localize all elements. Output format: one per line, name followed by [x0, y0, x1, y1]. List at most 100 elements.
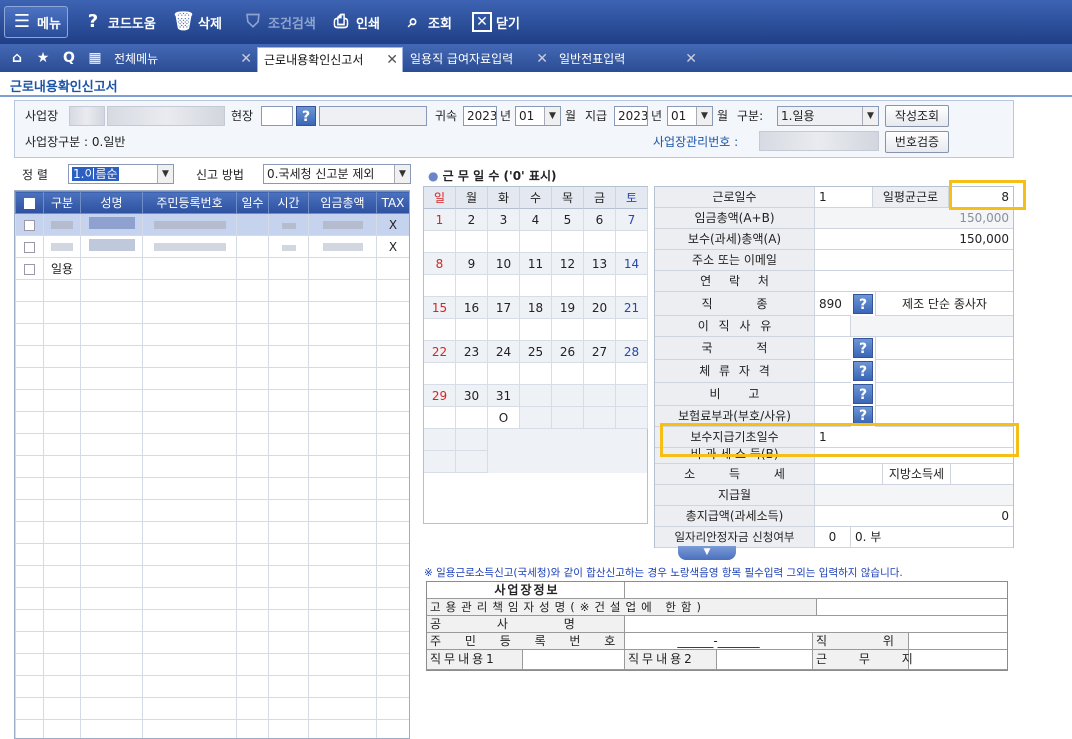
row-checkbox[interactable]: [15, 257, 44, 280]
star-icon[interactable]: ★: [32, 47, 54, 69]
calendar-day-input[interactable]: [456, 275, 488, 297]
chevron-down-icon[interactable]: ▼: [544, 107, 560, 125]
calendar-day-input[interactable]: [616, 231, 648, 253]
quick-search-icon[interactable]: Q: [58, 47, 80, 69]
rrn-input[interactable]: ______-_______: [625, 633, 813, 650]
tab-close-icon[interactable]: ✕: [386, 48, 398, 73]
workplace-input[interactable]: [909, 650, 1007, 670]
local-tax-input[interactable]: [951, 464, 1013, 485]
calendar-day-input[interactable]: [456, 407, 488, 429]
calendar-day-input[interactable]: [552, 275, 584, 297]
tab-close-icon[interactable]: ✕: [240, 47, 252, 72]
calendar-day-input[interactable]: [424, 407, 456, 429]
column-header[interactable]: 임금총액: [308, 191, 377, 214]
duty1-input[interactable]: [523, 650, 625, 670]
calendar-day-input[interactable]: [488, 319, 520, 341]
workplace-code-input[interactable]: [69, 106, 105, 126]
income-tax-input[interactable]: [815, 464, 883, 485]
job-code-input[interactable]: 890: [815, 292, 851, 316]
workplace-name-input[interactable]: [107, 106, 225, 126]
tab-all-menu[interactable]: 전체메뉴 ✕: [108, 47, 256, 72]
nationality-help-button[interactable]: ?: [853, 338, 873, 358]
site-name-input[interactable]: [319, 106, 427, 126]
column-header[interactable]: 주민등록번호: [142, 191, 237, 214]
job-fund-code-input[interactable]: 0: [815, 527, 851, 548]
tab-close-icon[interactable]: ✕: [685, 47, 697, 72]
tab-daily-pay[interactable]: 일용직 급여자료입력 ✕: [404, 47, 552, 72]
column-header[interactable]: TAX: [376, 191, 409, 214]
note-input[interactable]: [815, 383, 851, 406]
calendar-day-input[interactable]: [616, 363, 648, 385]
contact-input[interactable]: [815, 271, 1013, 292]
calendar-day-input[interactable]: [520, 275, 552, 297]
calendar-day-input[interactable]: [520, 231, 552, 253]
sort-select[interactable]: 1.이름순 ▼: [68, 164, 174, 184]
chevron-down-icon[interactable]: ▼: [394, 165, 410, 183]
calendar-day-input[interactable]: [584, 275, 616, 297]
calendar-day-input[interactable]: [488, 275, 520, 297]
calendar-day-input[interactable]: [584, 363, 616, 385]
calendar-day-input[interactable]: [424, 231, 456, 253]
chevron-down-icon[interactable]: ▼: [157, 165, 173, 183]
table-row[interactable]: 일용: [15, 257, 409, 280]
delete-button[interactable]: 🗑 삭제: [172, 8, 222, 36]
nationality-input[interactable]: [815, 337, 851, 360]
calendar-day-input[interactable]: [616, 275, 648, 297]
calendar-day-input[interactable]: [456, 231, 488, 253]
stay-status-help-button[interactable]: ?: [853, 361, 873, 381]
column-header[interactable]: 일수: [236, 191, 269, 214]
calendar-day-input[interactable]: [424, 275, 456, 297]
select-all-checkbox[interactable]: [15, 191, 44, 214]
calendar-day-input[interactable]: [456, 363, 488, 385]
duty2-input[interactable]: [717, 650, 813, 670]
calendar-day-input[interactable]: [584, 319, 616, 341]
tab-close-icon[interactable]: ✕: [536, 47, 548, 72]
column-header[interactable]: 구분: [43, 191, 81, 214]
calendar-day-input[interactable]: [584, 231, 616, 253]
calendar-day-input[interactable]: [456, 319, 488, 341]
calendar-day-input[interactable]: [552, 231, 584, 253]
note-help-button[interactable]: ?: [853, 384, 873, 404]
calendar-day-input[interactable]: O: [488, 407, 520, 429]
condition-search-button[interactable]: ⛉ 조건검색: [242, 8, 316, 36]
calendar-day-input[interactable]: [552, 319, 584, 341]
taxable-input[interactable]: 150,000: [815, 229, 1013, 250]
company-input[interactable]: [625, 616, 1007, 633]
calendar-day-input[interactable]: [520, 363, 552, 385]
belong-year-input[interactable]: 2023: [463, 106, 497, 126]
create-view-button[interactable]: 작성조회: [885, 105, 949, 127]
chevron-down-icon[interactable]: ▼: [696, 107, 712, 125]
calendar-day-input[interactable]: [552, 363, 584, 385]
table-row[interactable]: X: [15, 213, 409, 236]
home-icon[interactable]: ⌂: [6, 47, 28, 69]
address-input[interactable]: [815, 250, 1013, 271]
table-row[interactable]: X: [15, 235, 409, 258]
view-button[interactable]: ⌕ 조회: [402, 8, 452, 36]
calendar-day-input[interactable]: [520, 319, 552, 341]
column-header[interactable]: 시간: [268, 191, 309, 214]
calendar-day-input[interactable]: [616, 319, 648, 341]
stay-status-input[interactable]: [815, 360, 851, 383]
pay-month-input[interactable]: [815, 485, 1013, 506]
grid-menu-icon[interactable]: ▦: [84, 47, 106, 69]
row-checkbox[interactable]: [15, 235, 44, 258]
position-input[interactable]: [909, 633, 1007, 650]
row-checkbox[interactable]: [15, 213, 44, 236]
resign-reason-input[interactable]: [815, 316, 851, 337]
calendar-day-input[interactable]: [488, 363, 520, 385]
calendar-day-input[interactable]: [488, 231, 520, 253]
work-days-value[interactable]: 1: [815, 187, 873, 208]
manager-input[interactable]: [817, 599, 1007, 616]
column-header[interactable]: 성명: [80, 191, 143, 214]
belong-month-select[interactable]: 01 ▼: [515, 106, 561, 126]
type-select[interactable]: 1.일용 ▼: [777, 106, 879, 126]
site-code-input[interactable]: [261, 106, 293, 126]
pay-year-input[interactable]: 2023: [614, 106, 648, 126]
menu-button[interactable]: ☰ 메뉴: [4, 6, 68, 38]
code-help-button[interactable]: ? 코드도움: [82, 8, 156, 36]
tab-work-report[interactable]: 근로내용확인신고서 ✕: [257, 47, 403, 72]
expand-toggle[interactable]: ▼: [678, 546, 736, 560]
chevron-down-icon[interactable]: ▼: [862, 107, 878, 125]
insurance-help-button[interactable]: ?: [853, 406, 873, 424]
pay-month-select[interactable]: 01 ▼: [667, 106, 713, 126]
